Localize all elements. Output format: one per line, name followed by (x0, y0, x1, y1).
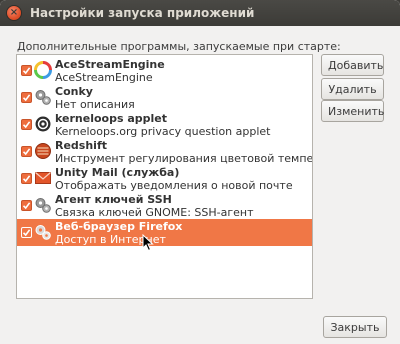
list-item[interactable]: Unity Mail (служба) Отображать уведомлен… (17, 165, 312, 192)
program-description: AceStreamEngine (55, 71, 153, 84)
gears-icon (35, 198, 51, 213)
redshift-icon (35, 143, 51, 159)
enabled-checkbox[interactable] (21, 65, 32, 76)
close-icon: × (9, 7, 19, 18)
startup-applications-window: × Настройки запуска приложений Дополните… (0, 0, 400, 344)
program-name: Веб-браузер Firefox (55, 220, 183, 233)
list-item[interactable]: kerneloops applet Kerneloops.org privacy… (17, 111, 312, 138)
gears-icon (35, 90, 51, 105)
window-title: Настройки запуска приложений (30, 6, 255, 20)
program-name: Conky (55, 85, 93, 98)
program-description: Отображать уведомления о новой почте (55, 179, 293, 192)
program-description: Нет описания (55, 98, 135, 111)
acestream-icon (34, 61, 52, 79)
add-button[interactable]: Добавить (321, 54, 384, 76)
startup-programs-label: Дополнительные программы, запускаемые пр… (17, 40, 341, 53)
edit-button[interactable]: Изменить (321, 100, 384, 122)
program-name: Unity Mail (служба) (55, 166, 180, 179)
gears-icon (35, 225, 51, 240)
enabled-checkbox[interactable] (21, 146, 32, 157)
program-description: Связка ключей GNOME: SSH-агент (55, 206, 254, 219)
list-item[interactable]: AceStreamEngine AceStreamEngine (17, 57, 312, 84)
close-button[interactable]: Закрыть (323, 316, 387, 338)
window-close-button[interactable]: × (6, 5, 22, 21)
enabled-checkbox[interactable] (21, 92, 32, 103)
list-item[interactable]: Агент ключей SSH Связка ключей GNOME: SS… (17, 192, 312, 219)
program-name: kerneloops applet (55, 112, 167, 125)
program-name: AceStreamEngine (55, 58, 165, 71)
enabled-checkbox[interactable] (21, 200, 32, 211)
list-item[interactable]: Conky Нет описания (17, 84, 312, 111)
startup-programs-list[interactable]: AceStreamEngine AceStreamEngine Conky Не… (16, 54, 313, 299)
enabled-checkbox[interactable] (21, 227, 32, 238)
enabled-checkbox[interactable] (21, 173, 32, 184)
enabled-checkbox[interactable] (21, 119, 32, 130)
remove-button[interactable]: Удалить (321, 78, 384, 100)
kerneloops-icon (35, 116, 51, 132)
program-name: Redshift (55, 139, 107, 152)
titlebar: × Настройки запуска приложений (0, 0, 400, 26)
program-description: Kerneloops.org privacy question applet (55, 125, 271, 138)
program-name: Агент ключей SSH (55, 193, 172, 206)
list-item-selected[interactable]: Веб-браузер Firefox Доступ в Интернет (17, 219, 312, 246)
list-item[interactable]: Redshift Инструмент регулирования цветов… (17, 138, 312, 165)
mail-envelope-icon (35, 172, 51, 184)
program-description: Инструмент регулирования цветовой темпер… (55, 152, 313, 165)
mouse-cursor-icon (142, 234, 154, 252)
